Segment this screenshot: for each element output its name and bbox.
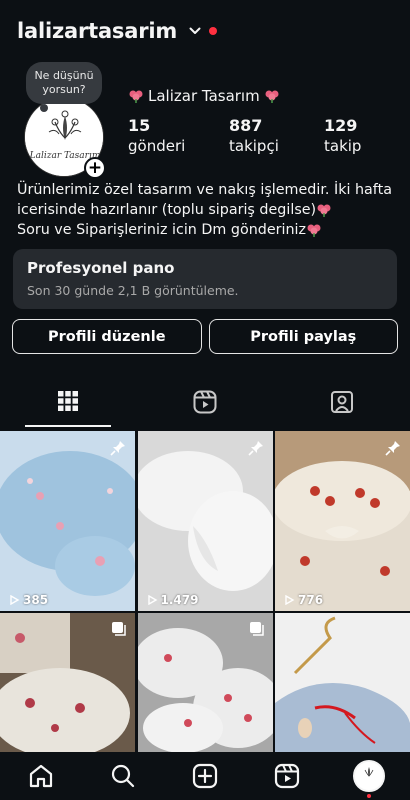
stat-number: 887 (229, 116, 263, 135)
tab-reels[interactable] (137, 381, 273, 429)
notification-dot (209, 27, 218, 35)
home-icon (29, 764, 53, 788)
profile-actions: Profili düzenle Profili paylaş (12, 319, 398, 354)
reels-icon (193, 390, 217, 414)
views-icon (147, 595, 157, 605)
stat-following[interactable]: 129 takip (324, 116, 361, 155)
dashboard-title: Profesyonel pano (27, 259, 175, 277)
bottom-navbar (0, 752, 410, 800)
views-icon (285, 595, 295, 605)
pin-icon (247, 441, 263, 456)
stat-label: gönderi (128, 137, 186, 155)
post-thumbnail[interactable] (0, 613, 135, 752)
chevron-down-icon[interactable] (189, 25, 201, 37)
posts-grid: 385 1.479 776 (0, 431, 410, 752)
post-thumbnail[interactable] (137, 613, 273, 752)
dashboard-subtitle: Son 30 günde 2,1 B görüntüleme. (27, 283, 239, 298)
view-count: 385 (8, 593, 48, 607)
username[interactable]: lalizartasarim (17, 19, 177, 43)
carousel-icon (112, 622, 126, 636)
nav-home[interactable] (21, 756, 61, 796)
flower-emoji-icon (265, 90, 279, 103)
post-thumbnail[interactable]: 776 (275, 431, 410, 611)
view-count-text: 385 (23, 593, 49, 607)
tab-tagged[interactable] (274, 381, 410, 429)
post-thumbnail[interactable] (275, 613, 410, 752)
bio-text: icerisinde hazırlanır (toplu sipariş deg… (17, 202, 317, 218)
nav-reels[interactable] (267, 756, 307, 796)
bio-text: Soru ve Siparişleriniz icin Dm gönderini… (17, 222, 307, 238)
stat-number: 129 (324, 116, 358, 135)
edit-profile-button[interactable]: Profili düzenle (12, 319, 202, 354)
reels-icon (274, 763, 300, 789)
stat-label: takipçi (229, 137, 279, 155)
stat-number: 15 (128, 116, 151, 135)
bio-line: icerisinde hazırlanır (toplu sipariş deg… (17, 200, 402, 220)
nav-search[interactable] (103, 756, 143, 796)
bio-text: Ürünlerimiz özel tasarım ve nakış işleme… (17, 182, 392, 198)
post-thumbnail[interactable]: 1.479 (137, 431, 273, 611)
flower-emoji-icon (317, 204, 331, 217)
display-name-text: Lalizar Tasarım (148, 87, 260, 105)
pin-icon (385, 441, 400, 456)
logo-icon (355, 762, 383, 790)
post-image (0, 431, 135, 611)
profile-header: lalizartasarim (17, 14, 410, 48)
flower-emoji-icon (307, 224, 321, 237)
stat-followers[interactable]: 887 takipçi (229, 116, 279, 155)
content-tabs (0, 381, 410, 429)
share-profile-button[interactable]: Profili paylaş (208, 319, 398, 354)
view-count: 1.479 (146, 593, 199, 607)
notification-dot (367, 794, 371, 798)
profile-avatar (353, 760, 385, 792)
grid-icon (58, 391, 78, 411)
post-image (275, 613, 410, 752)
pin-icon (110, 441, 125, 456)
bio: Ürünlerimiz özel tasarım ve nakış işleme… (17, 180, 402, 240)
stat-posts[interactable]: 15 gönderi (128, 116, 185, 155)
post-thumbnail[interactable]: 385 (0, 431, 135, 611)
stat-label: takip (324, 137, 362, 155)
post-image (275, 431, 410, 611)
carousel-icon (249, 622, 264, 636)
note-tail (40, 104, 48, 112)
note-text: Ne düşünü yorsun? (34, 69, 94, 96)
view-count-text: 776 (298, 593, 324, 607)
post-image (137, 431, 273, 611)
tagged-icon (331, 391, 353, 413)
note-bubble[interactable]: Ne düşünü yorsun? (26, 62, 102, 104)
create-icon (192, 763, 218, 789)
tab-grid[interactable] (0, 381, 136, 429)
view-count: 776 (283, 593, 323, 607)
view-count-text: 1.479 (160, 593, 199, 607)
flower-emoji-icon (129, 90, 143, 103)
search-icon (111, 764, 135, 788)
display-name: Lalizar Tasarım (128, 87, 280, 105)
nav-create[interactable] (185, 756, 225, 796)
avatar-wrap[interactable]: Lalizar Tasarım + (24, 97, 106, 179)
professional-dashboard[interactable]: Profesyonel pano Son 30 günde 2,1 B görü… (13, 249, 397, 309)
add-story-button[interactable]: + (84, 157, 106, 179)
bio-line: Ürünlerimiz özel tasarım ve nakış işleme… (17, 180, 402, 200)
bio-line: Soru ve Siparişleriniz icin Dm gönderini… (17, 220, 402, 240)
nav-profile[interactable] (349, 756, 389, 798)
views-icon (10, 595, 20, 605)
active-tab-indicator (25, 425, 111, 427)
